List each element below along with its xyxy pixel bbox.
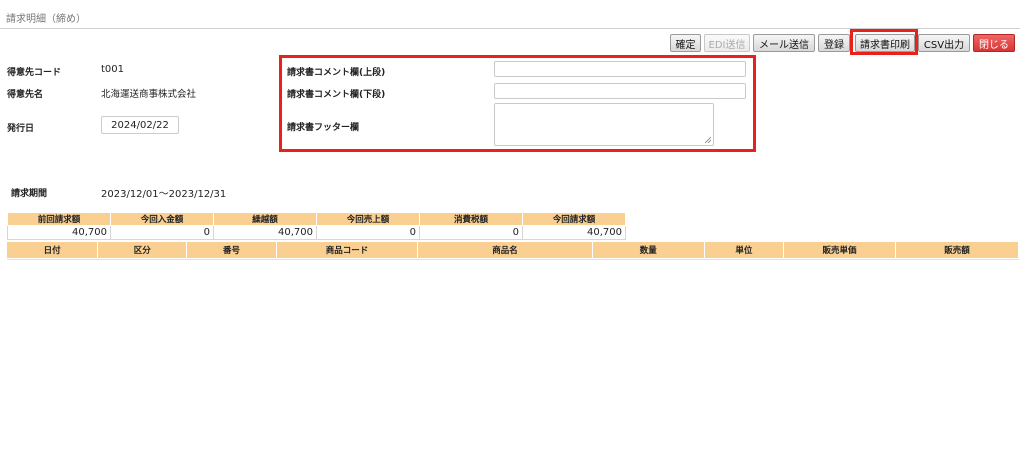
summary-value: 40,700 bbox=[522, 225, 626, 240]
page-title: 請求明細（締め） bbox=[6, 14, 86, 25]
summary-table: 前回請求額 今回入金額 繰越額 今回売上額 消費税額 今回請求額 40,700 … bbox=[7, 212, 626, 240]
detail-header-quantity: 数量 bbox=[592, 242, 705, 258]
billing-period-value: 2023/12/01〜2023/12/31 bbox=[101, 189, 227, 200]
summary-header: 繰越額 bbox=[213, 212, 317, 226]
detail-divider bbox=[7, 259, 1019, 260]
detail-header-product-code: 商品コード bbox=[276, 242, 419, 258]
summary-header: 消費税額 bbox=[419, 212, 523, 226]
comment-lower-label: 請求書コメント欄(下段) bbox=[287, 90, 386, 100]
close-button[interactable]: 閉じる bbox=[973, 34, 1015, 52]
summary-value: 0 bbox=[419, 225, 523, 240]
footer-textarea[interactable] bbox=[494, 103, 714, 146]
comment-lower-input[interactable] bbox=[494, 83, 746, 99]
detail-header-sales-amount: 販売額 bbox=[895, 242, 1019, 258]
billing-period-label: 請求期間 bbox=[11, 189, 48, 199]
summary-value: 0 bbox=[316, 225, 420, 240]
detail-header-unit-price: 販売単価 bbox=[783, 242, 897, 258]
summary-header: 前回請求額 bbox=[7, 212, 111, 226]
summary-value: 40,700 bbox=[7, 225, 111, 240]
detail-header-row: 日付 区分 番号 商品コード 商品名 数量 単位 販売単価 販売額 bbox=[7, 242, 1019, 258]
summary-header-row: 前回請求額 今回入金額 繰越額 今回売上額 消費税額 今回請求額 bbox=[7, 212, 626, 226]
comment-upper-input[interactable] bbox=[494, 61, 746, 77]
summary-header: 今回入金額 bbox=[110, 212, 214, 226]
summary-header: 今回請求額 bbox=[522, 212, 626, 226]
resize-grip-icon[interactable] bbox=[705, 137, 711, 143]
comment-upper-label: 請求書コメント欄(上段) bbox=[287, 68, 386, 78]
confirm-button[interactable]: 確定 bbox=[670, 34, 701, 52]
footer-label: 請求書フッター欄 bbox=[287, 123, 360, 133]
print-button-highlight bbox=[850, 29, 918, 55]
customer-name-label: 得意先名 bbox=[7, 90, 44, 100]
summary-value: 0 bbox=[110, 225, 214, 240]
detail-header-category: 区分 bbox=[97, 242, 188, 258]
edi-send-button[interactable]: EDI送信 bbox=[704, 34, 750, 52]
register-button[interactable]: 登録 bbox=[818, 34, 850, 52]
mail-send-button[interactable]: メール送信 bbox=[753, 34, 815, 52]
issue-date-input[interactable]: 2024/02/22 bbox=[101, 116, 179, 134]
summary-value: 40,700 bbox=[213, 225, 317, 240]
issue-date-label: 発行日 bbox=[7, 124, 35, 134]
customer-code-label: 得意先コード bbox=[7, 68, 62, 78]
customer-name-value: 北海運送商事株式会社 bbox=[101, 89, 197, 100]
detail-table: 日付 区分 番号 商品コード 商品名 数量 単位 販売単価 販売額 bbox=[7, 242, 1019, 258]
summary-value-row: 40,700 0 40,700 0 0 40,700 bbox=[7, 225, 626, 240]
csv-output-button[interactable]: CSV出力 bbox=[918, 34, 970, 52]
detail-header-date: 日付 bbox=[7, 242, 99, 258]
summary-header: 今回売上額 bbox=[316, 212, 420, 226]
detail-header-product-name: 商品名 bbox=[417, 242, 593, 258]
detail-header-number: 番号 bbox=[186, 242, 277, 258]
detail-header-unit: 単位 bbox=[704, 242, 785, 258]
customer-code-value: t001 bbox=[101, 64, 125, 75]
